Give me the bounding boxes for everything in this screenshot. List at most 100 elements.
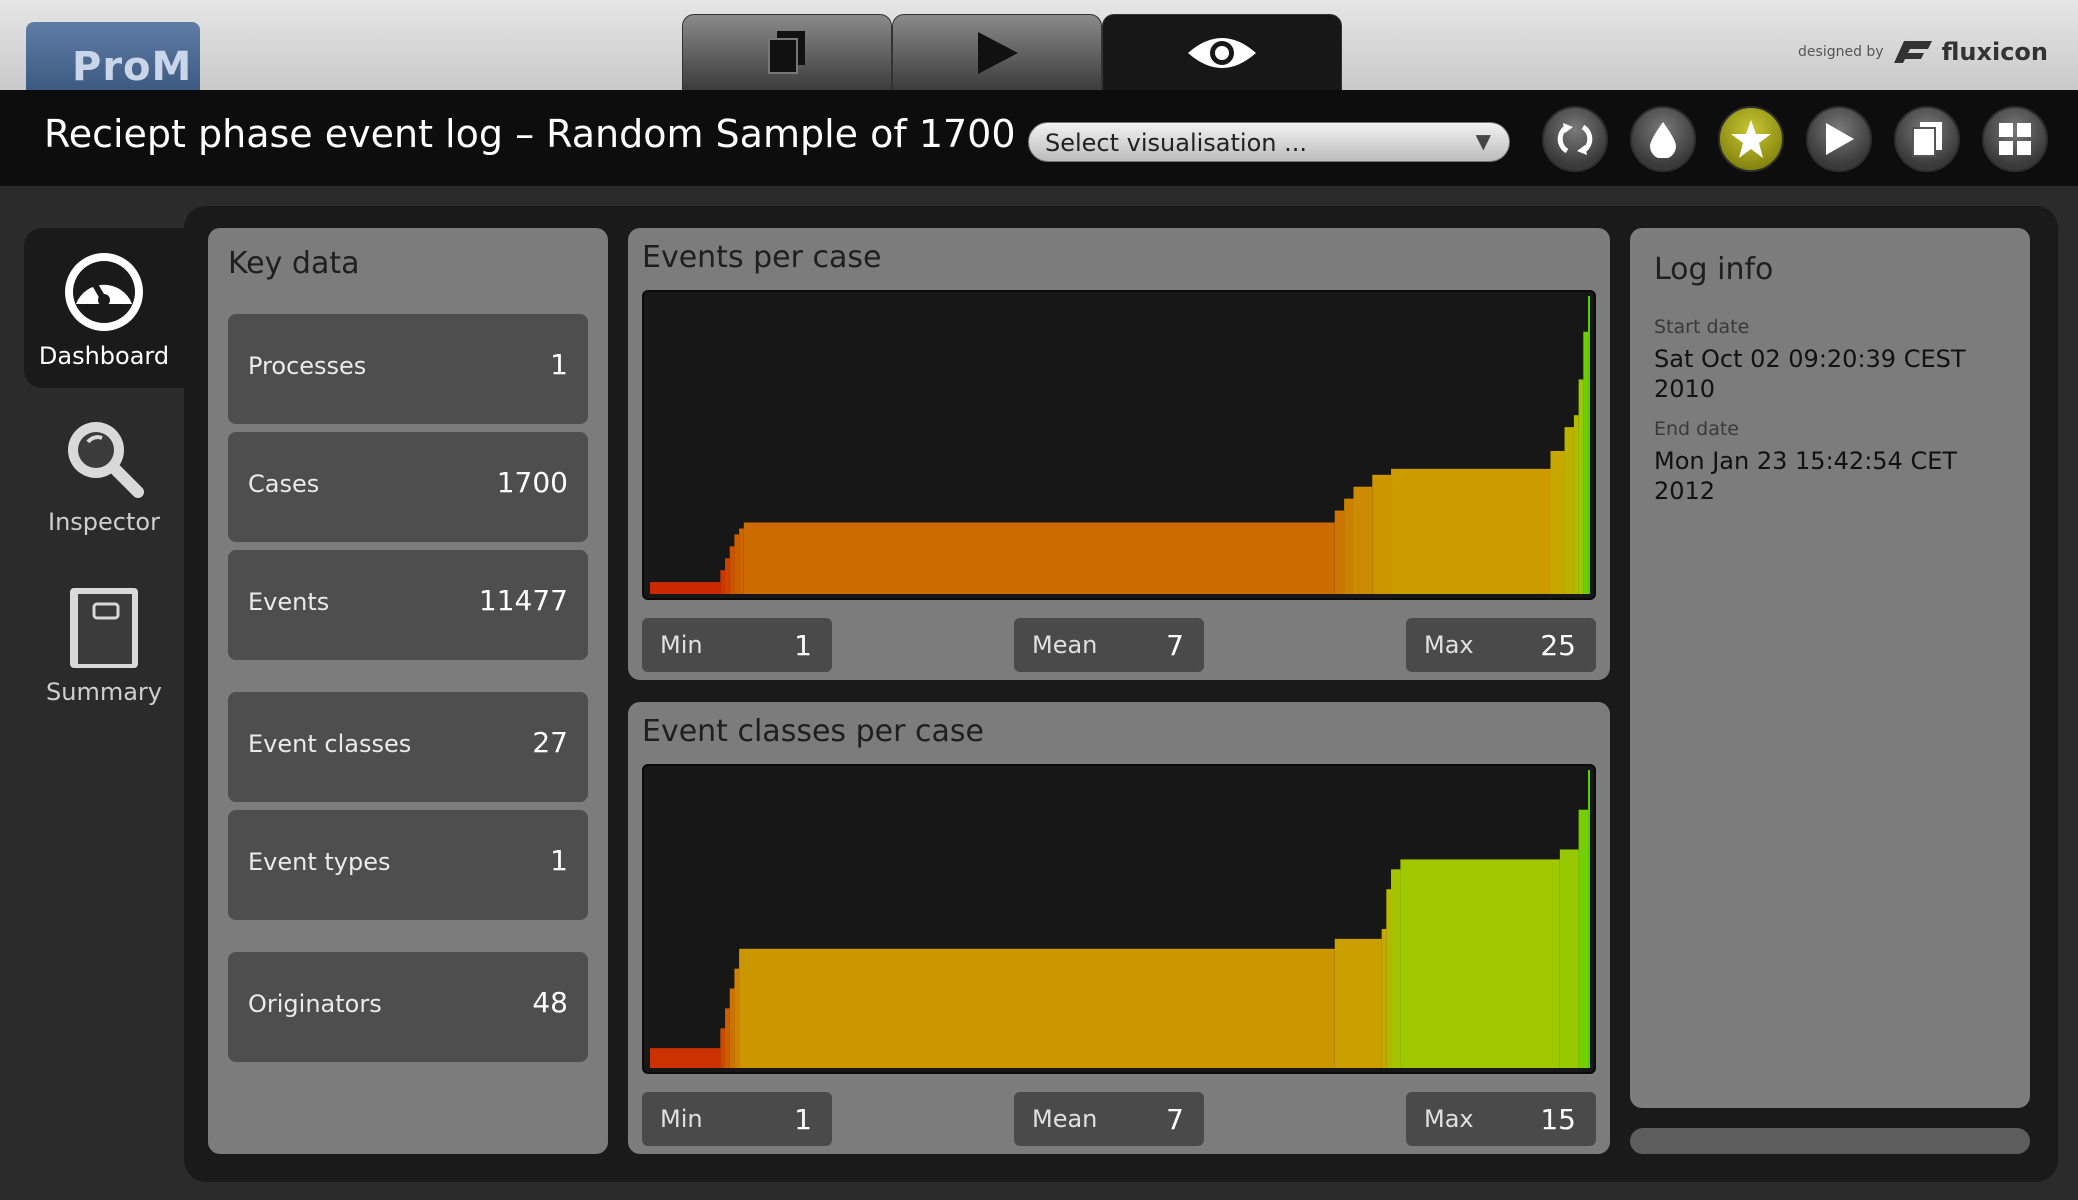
key-data-value: 48 xyxy=(532,986,568,1019)
sidebar-item-label: Dashboard xyxy=(38,342,170,370)
dashboard-main: Key data Processes 1 Cases 1700 Events 1… xyxy=(184,206,2058,1182)
events-max-stat: Max 25 xyxy=(1406,618,1596,672)
key-data-originators: Originators 48 xyxy=(228,952,588,1062)
stat-label: Max xyxy=(1424,631,1474,659)
star-button[interactable] xyxy=(1718,106,1784,172)
credit: designed by fluxicon xyxy=(1798,38,2048,66)
sidebar-item-label: Inspector xyxy=(48,508,160,536)
drop-button[interactable] xyxy=(1630,106,1696,172)
chart-bar xyxy=(1386,889,1392,1068)
view-tab-play[interactable] xyxy=(892,14,1102,90)
key-data-processes: Processes 1 xyxy=(228,314,588,424)
chevron-down-icon: ▼ xyxy=(1475,129,1491,153)
sidebar-item-summary[interactable]: Summary xyxy=(24,568,184,728)
play-icon xyxy=(978,31,1018,74)
chart-bar xyxy=(739,948,1335,1068)
events-per-case-title: Events per case xyxy=(642,240,882,275)
stat-value: 25 xyxy=(1540,629,1576,662)
events-mean-stat: Mean 7 xyxy=(1014,618,1204,672)
chart-bar xyxy=(720,1028,726,1068)
key-data-panel: Key data Processes 1 Cases 1700 Events 1… xyxy=(208,228,608,1154)
window-chrome: ProM designed by fluxicon xyxy=(0,0,2078,90)
stat-value: 7 xyxy=(1166,1103,1184,1136)
event-classes-per-case-panel: Event classes per case Min 1 Mean 7 Max … xyxy=(628,702,1610,1154)
classes-min-stat: Min 1 xyxy=(642,1092,832,1146)
log-info-panel: Log info Start date Sat Oct 02 09:20:39 … xyxy=(1630,228,2030,1108)
chart-bar xyxy=(1344,498,1354,594)
end-date-value: Mon Jan 23 15:42:54 CET 2012 xyxy=(1654,447,1958,505)
events-per-case-panel: Events per case Min 1 Mean 7 Max 25 xyxy=(628,228,1610,680)
view-tab-copy[interactable] xyxy=(682,14,892,90)
key-data-event-types: Event types 1 xyxy=(228,810,588,920)
chart-bar xyxy=(734,968,740,1068)
chart-bar xyxy=(1578,379,1584,594)
drop-icon xyxy=(1650,122,1676,158)
start-date-value: Sat Oct 02 09:20:39 CEST 2010 xyxy=(1654,345,1966,403)
magnifier-icon xyxy=(68,422,144,498)
chart-bar xyxy=(1353,486,1373,594)
eye-icon xyxy=(1188,37,1256,68)
gauge-icon xyxy=(65,253,143,331)
key-data-label: Events xyxy=(248,588,330,616)
chart-bar xyxy=(725,1008,730,1068)
chart-bar xyxy=(1381,928,1387,1068)
key-data-label: Originators xyxy=(248,990,382,1018)
key-data-cases: Cases 1700 xyxy=(228,432,588,542)
view-tab-eye[interactable] xyxy=(1102,14,1342,90)
key-data-value: 11477 xyxy=(478,584,568,617)
chart-bar xyxy=(1588,770,1590,1068)
event-classes-per-case-title: Event classes per case xyxy=(642,714,984,749)
sidebar-item-label: Summary xyxy=(46,678,162,706)
key-data-label: Event types xyxy=(248,848,391,876)
grid-button[interactable] xyxy=(1982,106,2048,172)
chart-bar xyxy=(729,988,735,1068)
grid-icon xyxy=(1999,123,2031,155)
classes-mean-stat: Mean 7 xyxy=(1014,1092,1204,1146)
book-icon xyxy=(70,588,138,668)
key-data-event-classes: Event classes 27 xyxy=(228,692,588,802)
stat-label: Max xyxy=(1424,1105,1474,1133)
key-data-events: Events 11477 xyxy=(228,550,588,660)
key-data-value: 27 xyxy=(532,726,568,759)
log-info-title: Log info xyxy=(1654,252,1774,287)
chart-bar xyxy=(729,546,735,594)
key-data-value: 1 xyxy=(550,348,568,381)
play-button[interactable] xyxy=(1806,106,1872,172)
stat-label: Min xyxy=(660,1105,703,1133)
classes-max-stat: Max 15 xyxy=(1406,1092,1596,1146)
title-bar: Reciept phase event log – Random Sample … xyxy=(0,90,2078,186)
chart-bar xyxy=(1391,468,1551,594)
key-data-label: Cases xyxy=(248,470,320,498)
credit-brand: fluxicon xyxy=(1941,38,2048,66)
chart-bar xyxy=(1583,331,1588,594)
chart-bar xyxy=(1372,474,1392,594)
sidebar: Dashboard Inspector Summary xyxy=(0,186,184,1200)
chart-bar xyxy=(1400,859,1560,1068)
chart-bar xyxy=(1559,849,1579,1068)
key-data-value: 1700 xyxy=(496,466,568,499)
sidebar-item-inspector[interactable]: Inspector xyxy=(24,398,184,558)
events-per-case-chart xyxy=(642,290,1596,600)
chart-bar xyxy=(1334,510,1345,594)
events-per-case-svg xyxy=(650,296,1590,594)
horizontal-scrollbar[interactable] xyxy=(1630,1128,2030,1154)
sidebar-item-dashboard[interactable]: Dashboard xyxy=(24,228,184,388)
refresh-button[interactable] xyxy=(1542,106,1608,172)
event-classes-per-case-chart xyxy=(642,764,1596,1074)
visualisation-select[interactable]: Select visualisation ... ▼ xyxy=(1028,122,1510,162)
stat-value: 1 xyxy=(794,629,812,662)
stat-label: Mean xyxy=(1032,631,1098,659)
stat-value: 7 xyxy=(1166,629,1184,662)
play-icon xyxy=(1826,123,1854,155)
log-title: Reciept phase event log – Random Sample … xyxy=(44,112,1016,156)
chart-bar xyxy=(1550,450,1565,594)
view-tabs xyxy=(682,14,1342,90)
copy-icon xyxy=(768,30,805,74)
chart-bar xyxy=(720,570,726,594)
chart-bar xyxy=(734,534,740,594)
chart-bar xyxy=(1588,296,1590,594)
copy-button[interactable] xyxy=(1894,106,1960,172)
stat-value: 15 xyxy=(1540,1103,1576,1136)
chart-bar xyxy=(650,582,721,594)
chart-bar xyxy=(1578,809,1588,1068)
